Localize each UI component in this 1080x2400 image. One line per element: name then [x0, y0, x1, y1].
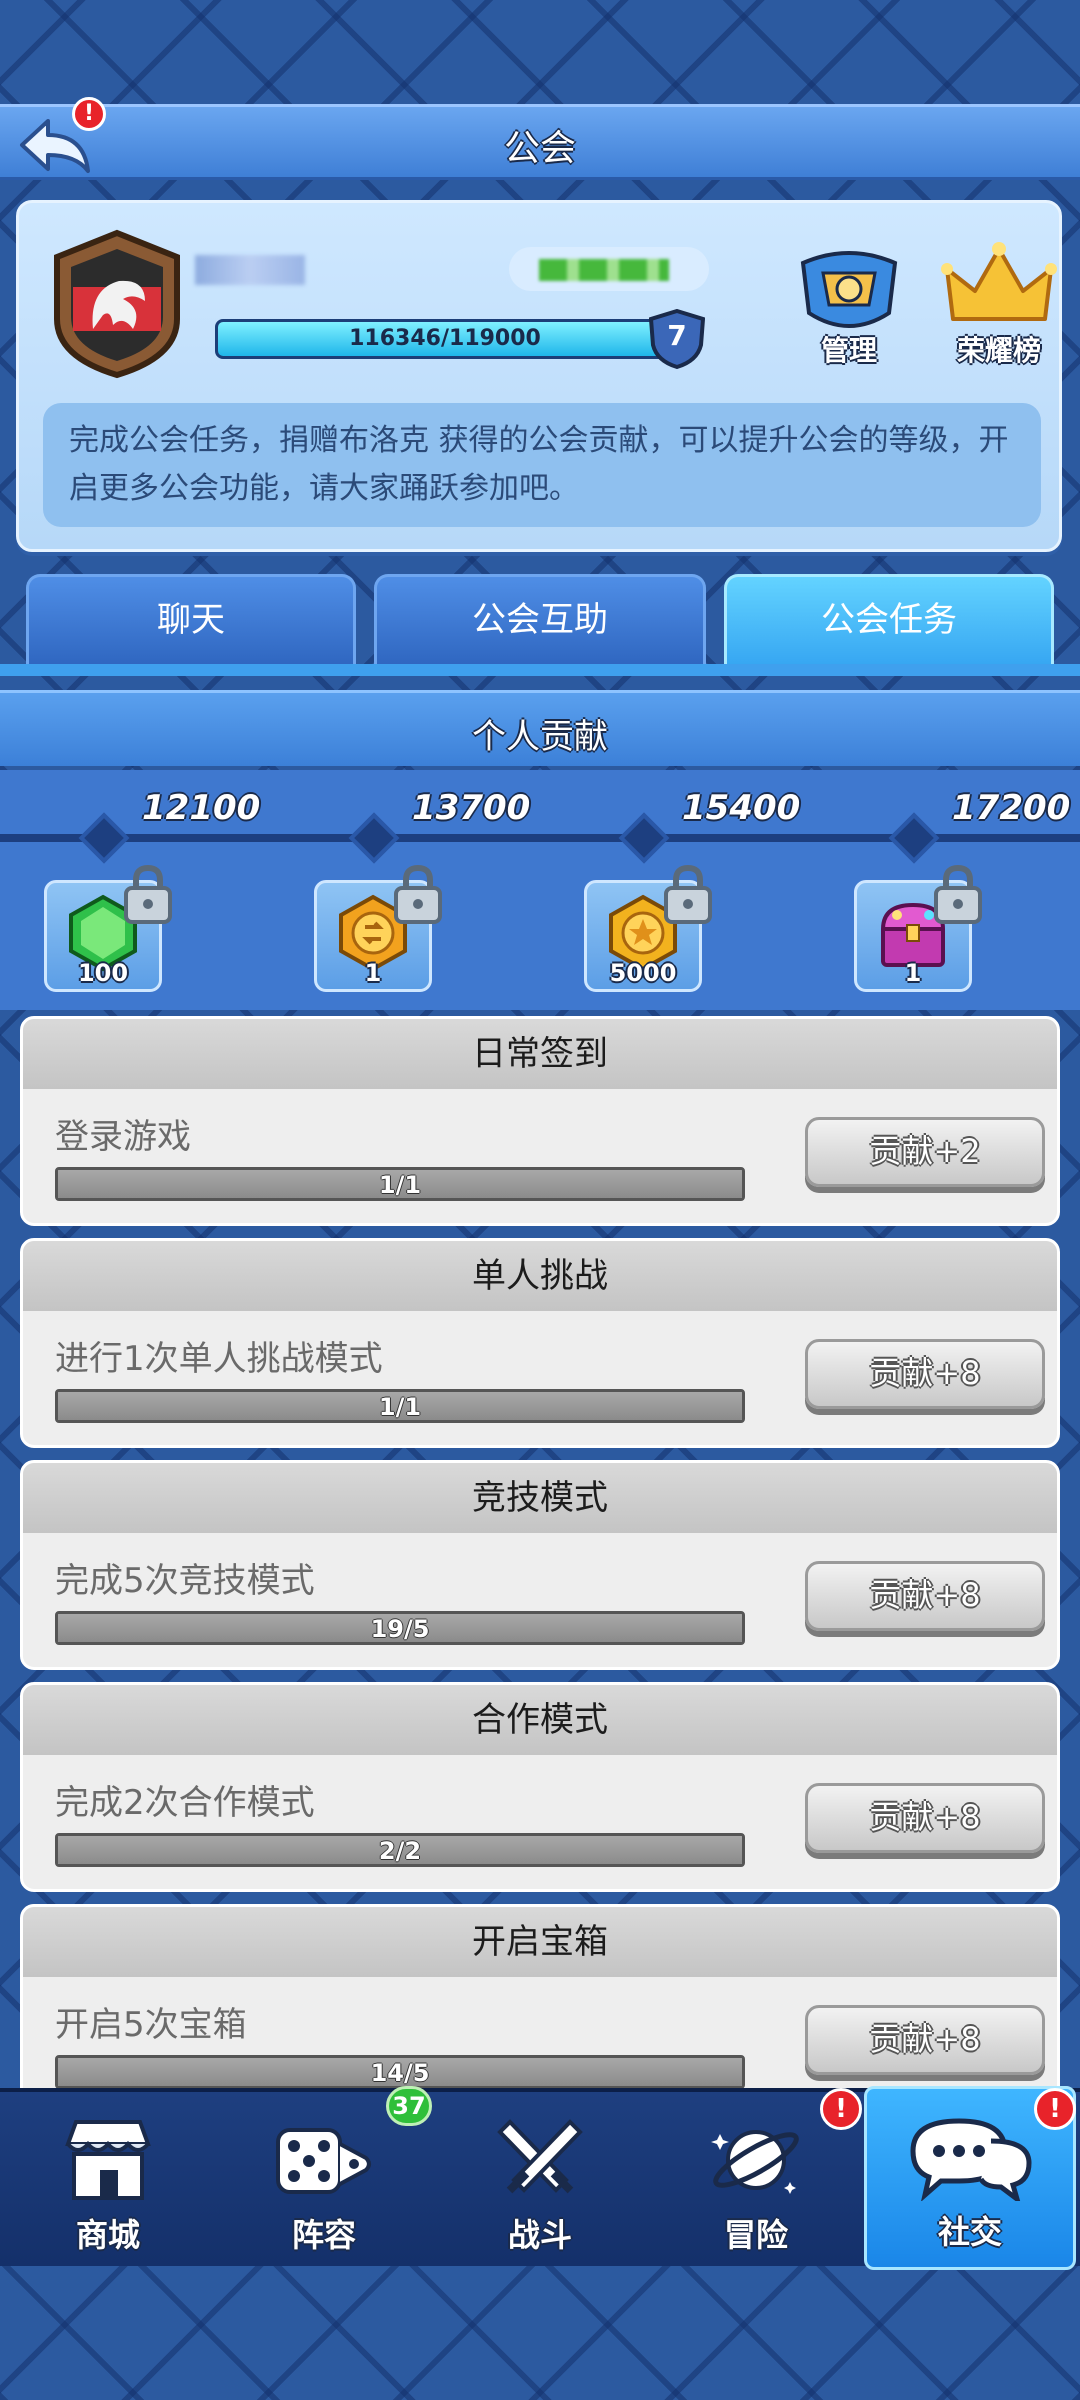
task-title: 开启宝箱: [23, 1907, 1057, 1977]
claim-contribution-button[interactable]: 贡献+8: [805, 1561, 1045, 1631]
task-progress-bar: 1/1: [55, 1167, 745, 1201]
reward-count: 1: [904, 959, 922, 987]
guild-name-hidden: [195, 255, 305, 285]
task-progress-text: 14/5: [370, 2059, 430, 2087]
milestone-value: 17200: [952, 788, 1071, 828]
honor-board-label: 荣耀榜: [956, 334, 1041, 367]
shop-icon: [65, 2120, 151, 2200]
tab-guild-tasks[interactable]: 公会任务: [724, 574, 1054, 666]
milestone-value: 13700: [412, 788, 531, 828]
crown-icon: [941, 242, 1057, 321]
task-progress-text: 19/5: [370, 1615, 430, 1643]
task-description: 完成2次合作模式: [55, 1783, 315, 1823]
nav-shop[interactable]: 商城: [0, 2092, 216, 2270]
claim-contribution-button[interactable]: 贡献+8: [805, 1339, 1045, 1409]
task-progress-text: 1/1: [378, 1393, 422, 1421]
guild-level: 7: [667, 319, 687, 352]
nav-label: 战斗: [507, 2216, 572, 2254]
task-progress-bar: 1/1: [55, 1389, 745, 1423]
manage-button[interactable]: 管理: [789, 243, 909, 373]
task-card: 单人挑战 进行1次单人挑战模式 1/1 贡献+8: [20, 1238, 1060, 1448]
reward-count: 5000: [609, 959, 677, 987]
task-progress-bar: 14/5: [55, 2055, 745, 2089]
task-description: 登录游戏: [55, 1117, 191, 1157]
milestone-value: 12100: [142, 788, 261, 828]
personal-contribution-title: 个人贡献: [472, 717, 608, 757]
guild-exp-text: 116346/119000: [349, 326, 541, 351]
social-alert-badge: !: [1034, 2088, 1076, 2130]
task-progress-bar: 19/5: [55, 1611, 745, 1645]
personal-contribution-header: 个人贡献: [0, 690, 1080, 766]
guild-tag-hidden: [509, 247, 709, 291]
bottom-nav: 商城 阵容 战斗 冒险 社交: [0, 2086, 1080, 2270]
tab-guild-help[interactable]: 公会互助: [374, 574, 706, 666]
nav-label: 商城: [75, 2216, 140, 2254]
lock-icon: [394, 864, 442, 924]
nav-label: 冒险: [723, 2216, 788, 2254]
task-card: 日常签到 登录游戏 1/1 贡献+2: [20, 1016, 1060, 1226]
lineup-count-badge: 37: [386, 2086, 432, 2126]
guild-description: 完成公会任务，捐赠布洛克 获得的公会贡献，可以提升公会的等级，开启更多公会功能，…: [43, 403, 1041, 527]
lock-icon: [664, 864, 712, 924]
guild-info-panel: 116346/119000 7 管理 荣耀榜 完成公会任务，捐赠布洛克 获得的公…: [16, 200, 1062, 552]
chat-bubbles-icon: [910, 2118, 1032, 2201]
dice-icon: [276, 2128, 371, 2194]
guild-exp-bar: 116346/119000: [215, 319, 675, 359]
claim-contribution-button[interactable]: 贡献+8: [805, 2005, 1045, 2075]
task-title: 合作模式: [23, 1685, 1057, 1755]
tab-chat[interactable]: 聊天: [26, 574, 356, 666]
honor-board-button[interactable]: 荣耀榜: [939, 239, 1059, 373]
task-description: 完成5次竞技模式: [55, 1561, 315, 1601]
claim-contribution-button[interactable]: 贡献+8: [805, 1783, 1045, 1853]
nav-label: 阵容: [291, 2216, 356, 2254]
planet-icon: [711, 2130, 799, 2194]
crossed-swords-icon: [497, 2119, 583, 2194]
task-card: 合作模式 完成2次合作模式 2/2 贡献+8: [20, 1682, 1060, 1892]
task-title: 竞技模式: [23, 1463, 1057, 1533]
adventure-alert-badge: !: [820, 2088, 862, 2130]
task-progress-text: 1/1: [378, 1171, 422, 1199]
task-card: 竞技模式 完成5次竞技模式 19/5 贡献+8: [20, 1460, 1060, 1670]
task-title: 单人挑战: [23, 1241, 1057, 1311]
tab-underline: [0, 664, 1080, 676]
guild-emblem-dragon-icon[interactable]: [49, 229, 185, 379]
reward-count: 1: [364, 959, 382, 987]
task-description: 进行1次单人挑战模式: [55, 1339, 383, 1379]
claim-contribution-button[interactable]: 贡献+2: [805, 1117, 1045, 1187]
handshake-icon: [800, 251, 898, 328]
milestone-value: 15400: [682, 788, 801, 828]
task-description: 开启5次宝箱: [55, 2005, 247, 2045]
task-progress-text: 2/2: [378, 1837, 422, 1865]
task-title: 日常签到: [23, 1019, 1057, 1089]
reward-count: 100: [77, 959, 129, 987]
manage-label: 管理: [820, 334, 877, 367]
nav-battle[interactable]: 战斗: [432, 2092, 648, 2270]
task-card: 开启宝箱 开启5次宝箱 14/5 贡献+8: [20, 1904, 1060, 2114]
page-title: 公会: [503, 128, 576, 169]
lock-icon: [124, 864, 172, 924]
top-bar: ! 公会: [0, 97, 1080, 180]
task-progress-bar: 2/2: [55, 1833, 745, 1867]
nav-label: 社交: [937, 2213, 1002, 2251]
lock-icon: [934, 864, 982, 924]
